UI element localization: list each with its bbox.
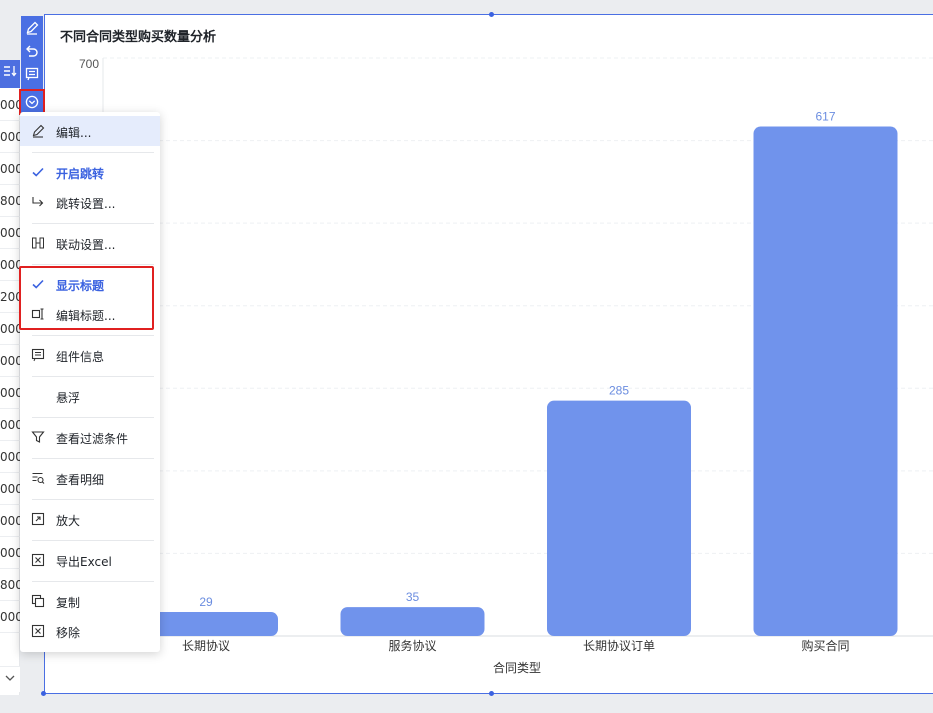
- check-icon: [31, 165, 45, 179]
- table-cell: 000: [0, 314, 20, 345]
- bar-value-label: 35: [406, 590, 420, 604]
- menu-item-label: 开启跳转: [56, 167, 105, 181]
- x-tick-label: 购买合同: [801, 638, 849, 653]
- menu-item-label: 联动设置...: [56, 238, 116, 252]
- table-cell: 000: [0, 538, 20, 569]
- menu-item-label: 跳转设置...: [56, 197, 116, 211]
- resize-handle-bottom-left[interactable]: [41, 691, 46, 696]
- bar-value-label: 617: [815, 110, 835, 124]
- table-cell: 000: [0, 346, 20, 377]
- title-options-highlight: [19, 266, 154, 330]
- table-cell: 000: [0, 410, 20, 441]
- menu-item-enlarge[interactable]: 放大: [20, 504, 160, 534]
- menu-separator: [32, 458, 154, 459]
- table-cell: 800: [0, 186, 20, 217]
- menu-separator: [32, 376, 154, 377]
- resize-handle-top[interactable]: [489, 12, 494, 17]
- menu-separator: [32, 223, 154, 224]
- x-tick-label: 长期协议: [182, 638, 230, 653]
- menu-item-float[interactable]: 悬浮: [20, 381, 160, 411]
- menu-item-label: 查看明细: [56, 473, 105, 487]
- more-options-icon[interactable]: [19, 89, 45, 115]
- table-cell: 000: [0, 602, 20, 633]
- menu-item-jump-settings[interactable]: 跳转设置...: [20, 187, 160, 217]
- menu-separator: [32, 581, 154, 582]
- menu-separator: [32, 264, 154, 265]
- copy-icon: [31, 594, 45, 608]
- redirect-arrow-icon: [31, 195, 45, 209]
- bar-value-label: 285: [609, 384, 629, 398]
- table-cell: 000: [0, 442, 20, 473]
- table-cell: 000: [0, 122, 20, 153]
- comment-icon[interactable]: [21, 63, 43, 85]
- y-tick-label: 700: [79, 57, 99, 71]
- menu-item-label: 导出Excel: [56, 555, 112, 569]
- menu-item-view-detail[interactable]: 查看明细: [20, 463, 160, 493]
- menu-separator: [32, 499, 154, 500]
- x-tick-label: 长期协议订单: [583, 638, 655, 653]
- sort-list-icon[interactable]: [0, 60, 20, 88]
- dashboard-canvas: 0000000008000000002000000000000000000000…: [0, 0, 933, 713]
- menu-separator: [32, 335, 154, 336]
- table-cell: 000: [0, 378, 20, 409]
- expand-icon: [31, 512, 45, 526]
- edit-pen-icon[interactable]: [21, 17, 43, 39]
- menu-item-label: 放大: [56, 514, 81, 528]
- bar: [340, 607, 485, 636]
- linkage-icon: [31, 236, 45, 250]
- menu-item-label: 悬浮: [56, 391, 81, 405]
- menu-item-remove[interactable]: 移除: [20, 616, 160, 646]
- table-cell: 000: [0, 250, 20, 281]
- table-cell: 800: [0, 570, 20, 601]
- menu-item-label: 组件信息: [56, 350, 105, 364]
- remove-box-icon: [31, 624, 45, 638]
- component-toolbar: [19, 16, 45, 115]
- menu-item-copy[interactable]: 复制: [20, 586, 160, 616]
- menu-item-component-info[interactable]: 组件信息: [20, 340, 160, 370]
- filter-icon: [31, 430, 45, 444]
- x-axis-label: 合同类型: [493, 660, 541, 675]
- context-menu: 编辑... 开启跳转 跳转设置... 联动设置... 显示标题 编辑标题... 组件信息 悬浮…: [20, 112, 160, 652]
- menu-item-label: 编辑...: [56, 126, 92, 140]
- menu-item-edit[interactable]: 编辑...: [20, 116, 160, 146]
- excel-icon: [31, 553, 45, 567]
- chevron-down-icon[interactable]: [4, 672, 16, 684]
- menu-item-linkage-settings[interactable]: 联动设置...: [20, 228, 160, 258]
- bar-chart: 700 29 长期协议 35 服务协议 285 长期协议订单 617 购买合同合同类型: [79, 57, 933, 675]
- menu-item-export-excel[interactable]: 导出Excel: [20, 545, 160, 575]
- table-cell: 000: [0, 154, 20, 185]
- resize-handle-bottom[interactable]: [489, 691, 494, 696]
- menu-item-view-filter[interactable]: 查看过滤条件: [20, 422, 160, 452]
- undo-icon[interactable]: [21, 40, 43, 62]
- detail-search-icon: [31, 471, 45, 485]
- menu-separator: [32, 540, 154, 541]
- table-cell: 000: [0, 90, 20, 121]
- pencil-icon: [31, 124, 45, 138]
- info-doc-icon: [31, 348, 45, 362]
- table-cell: 000: [0, 218, 20, 249]
- menu-item-label: 查看过滤条件: [56, 432, 129, 446]
- bar: [547, 400, 691, 636]
- bar: [753, 126, 898, 636]
- chart-panel[interactable]: 不同合同类型购买数量分析 700 29 长期协议 35 服务协议 285 长期协议订单 617…: [44, 14, 933, 694]
- bottom-scroll-area: [0, 697, 933, 713]
- menu-item-label: 复制: [56, 596, 81, 610]
- menu-separator: [32, 152, 154, 153]
- table-cell: 000: [0, 506, 20, 537]
- bar-value-label: 29: [199, 595, 213, 609]
- x-tick-label: 服务协议: [388, 638, 436, 653]
- menu-separator: [32, 417, 154, 418]
- menu-item-enable-jump[interactable]: 开启跳转: [20, 157, 160, 187]
- table-cell: 200: [0, 282, 20, 313]
- menu-item-label: 移除: [56, 626, 81, 640]
- table-cell: 000: [0, 474, 20, 505]
- left-table-footer: [0, 666, 20, 692]
